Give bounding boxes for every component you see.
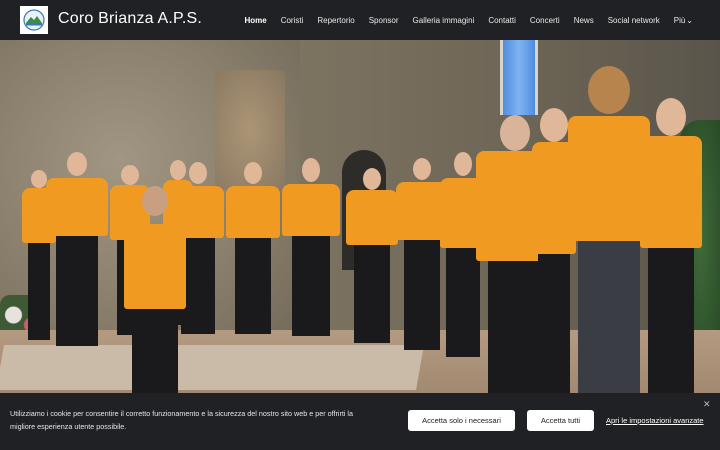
accept-all-button[interactable]: Accetta tutti xyxy=(527,410,594,431)
nav-item-news[interactable]: News xyxy=(567,16,601,25)
nav-item-sponsor[interactable]: Sponsor xyxy=(362,16,406,25)
accept-necessary-button[interactable]: Accetta solo i necessari xyxy=(408,410,515,431)
site-logo[interactable] xyxy=(20,6,48,34)
singer xyxy=(568,66,650,393)
nav-item-galleria[interactable]: Galleria immagini xyxy=(406,16,482,25)
nav-item-home[interactable]: Home xyxy=(237,16,273,25)
chevron-down-icon: ⌄ xyxy=(686,15,693,25)
nav-item-social[interactable]: Social network xyxy=(601,16,667,25)
nav-item-contatti[interactable]: Contatti xyxy=(481,16,523,25)
cookie-message: Utilizziamo i cookie per consentire il c… xyxy=(10,409,354,431)
choir-logo-icon xyxy=(23,9,45,31)
nav-item-concerti[interactable]: Concerti xyxy=(523,16,567,25)
site-title[interactable]: Coro Brianza A.P.S. xyxy=(58,10,202,28)
nav-item-more[interactable]: Più⌄ xyxy=(667,16,700,25)
altar-step xyxy=(0,345,424,390)
nav-more-label: Più xyxy=(673,15,686,25)
close-icon[interactable]: ✕ xyxy=(703,400,711,409)
top-navigation-bar: Coro Brianza A.P.S. Home Coristi Reperto… xyxy=(0,0,720,40)
main-nav: Home Coristi Repertorio Sponsor Galleria… xyxy=(237,0,700,40)
nav-item-repertorio[interactable]: Repertorio xyxy=(310,16,361,25)
hero-image xyxy=(0,0,720,450)
conductor xyxy=(124,186,186,393)
singer xyxy=(346,168,398,343)
singer xyxy=(226,162,280,334)
nav-item-coristi[interactable]: Coristi xyxy=(274,16,311,25)
singer xyxy=(282,158,340,336)
stained-window xyxy=(500,40,538,115)
cookie-banner: Utilizziamo i cookie per consentire il c… xyxy=(0,393,720,450)
advanced-settings-link[interactable]: Apri le impostazioni avanzate xyxy=(606,416,704,425)
singer xyxy=(640,98,702,393)
singer xyxy=(46,152,108,347)
